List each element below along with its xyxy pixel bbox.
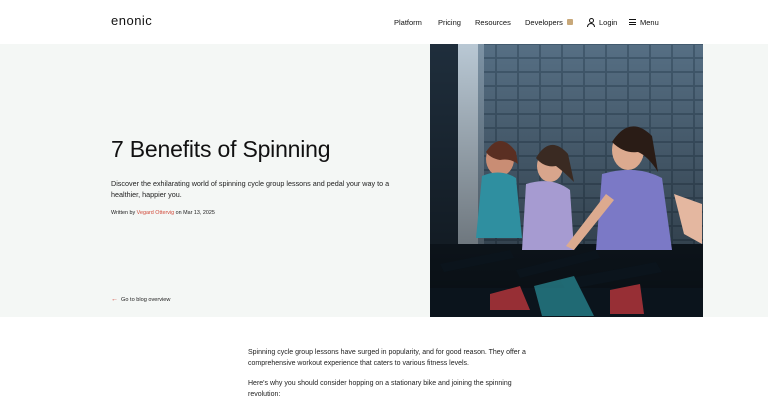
developers-badge-icon	[566, 19, 573, 25]
nav-resources-label: Resources	[475, 17, 511, 27]
nav-resources[interactable]: Resources	[475, 16, 511, 28]
arrow-left-icon: ←	[111, 296, 118, 303]
byline: Written by Vegard Ottervig on Mar 13, 20…	[111, 210, 215, 216]
hamburger-icon	[629, 19, 636, 25]
nav-developers[interactable]: Developers	[525, 16, 573, 28]
menu-button[interactable]: Menu	[629, 16, 659, 28]
back-to-blog-link[interactable]: ← Go to blog overview	[111, 296, 170, 303]
login-button[interactable]: Login	[587, 16, 617, 28]
nav-developers-label: Developers	[525, 17, 563, 27]
article-paragraph-2: Here's why you should consider hopping o…	[248, 380, 512, 398]
page-title: 7 Benefits of Spinning	[111, 136, 331, 162]
hero-description: Discover the exhilarating world of spinn…	[111, 179, 390, 199]
nav-platform-label: Platform	[394, 17, 422, 27]
spinning-class-photo	[430, 44, 703, 317]
nav-pricing-label: Pricing	[438, 17, 461, 27]
user-icon	[587, 18, 595, 27]
enonic-logo[interactable]: enonic	[111, 13, 152, 28]
login-label: Login	[599, 17, 618, 27]
nav-pricing[interactable]: Pricing	[438, 16, 461, 28]
menu-label: Menu	[640, 17, 659, 27]
site-header: enonic Platform Pricing Resources Develo…	[0, 0, 768, 44]
byline-date: on Mar 13, 2025	[175, 210, 215, 216]
back-link-label: Go to blog overview	[121, 296, 171, 303]
nav-platform[interactable]: Platform	[394, 16, 422, 28]
article-paragraph-1: Spinning cycle group lessons have surged…	[248, 349, 526, 367]
author-link[interactable]: Vegard Ottervig	[137, 210, 174, 216]
spinning-photo-illustration	[430, 44, 703, 317]
byline-prefix: Written by	[111, 210, 136, 216]
